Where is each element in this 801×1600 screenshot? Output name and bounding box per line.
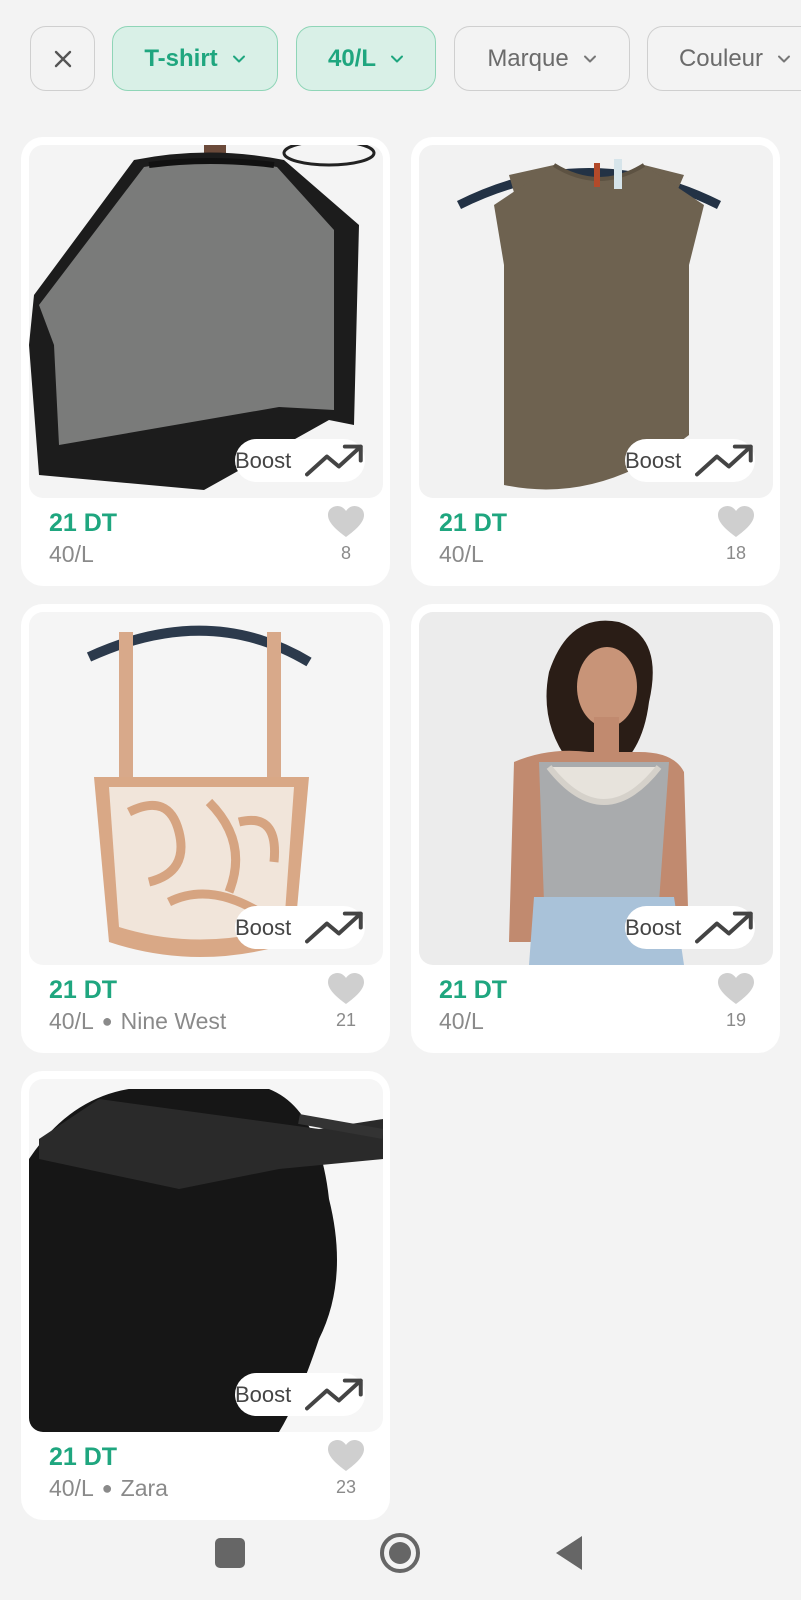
filter-chip-label: Couleur — [678, 44, 764, 72]
trending-up-icon — [305, 1378, 364, 1411]
boost-button[interactable]: Boost — [235, 1373, 365, 1416]
product-price: 21 DT — [49, 976, 118, 1004]
product-image[interactable]: Boost — [29, 145, 383, 498]
product-brand: Nine West — [120, 1008, 227, 1034]
like-button[interactable]: 18 — [716, 505, 756, 564]
product-price: 21 DT — [439, 976, 508, 1004]
like-count: 23 — [335, 1477, 357, 1497]
product-meta: 40/L — [439, 541, 484, 568]
product-meta: 40/L — [439, 1008, 484, 1035]
clear-filters-button[interactable] — [30, 26, 95, 91]
filter-chip-label: Marque — [487, 44, 569, 72]
boost-label: Boost — [625, 914, 682, 940]
home-icon — [380, 1533, 420, 1573]
separator-dot: ● — [101, 1011, 113, 1031]
chevron-down-icon — [232, 55, 245, 62]
product-meta: 40/L ● Nine West — [49, 1008, 226, 1035]
filter-bar: T-shirt 40/L Marque Couleur — [30, 26, 801, 92]
heart-icon — [718, 506, 754, 537]
heart-icon — [328, 973, 364, 1004]
recents-icon — [215, 1538, 245, 1568]
chevron-down-icon — [778, 55, 791, 62]
home-button[interactable] — [378, 1531, 422, 1575]
filter-chip-brand[interactable]: Marque — [454, 26, 630, 91]
like-count: 21 — [335, 1010, 357, 1030]
page: T-shirt 40/L Marque Couleur Boost 21 DT … — [0, 0, 801, 1600]
product-brand: Zara — [120, 1475, 168, 1501]
like-button[interactable]: 21 — [326, 972, 366, 1031]
boost-label: Boost — [235, 1381, 292, 1407]
recents-button[interactable] — [208, 1531, 252, 1575]
product-card[interactable]: Boost 21 DT 40/L 18 — [411, 137, 780, 586]
chevron-down-icon — [583, 55, 596, 62]
product-card[interactable]: Boost 21 DT 40/L 8 — [21, 137, 390, 586]
product-size: 40/L — [49, 1475, 94, 1501]
product-price: 21 DT — [49, 509, 118, 537]
filter-chip-category[interactable]: T-shirt — [112, 26, 278, 91]
product-card[interactable]: Boost 21 DT 40/L ● Zara 23 — [21, 1071, 390, 1520]
boost-button[interactable]: Boost — [625, 906, 755, 949]
filter-chip-label: T-shirt — [144, 44, 218, 72]
product-size: 40/L — [439, 541, 484, 567]
product-card[interactable]: Boost 21 DT 40/L ● Nine West 21 — [21, 604, 390, 1053]
trending-up-icon — [695, 911, 754, 944]
filter-chip-size[interactable]: 40/L — [296, 26, 436, 91]
product-size: 40/L — [49, 1008, 94, 1034]
system-nav-bar — [0, 1515, 801, 1590]
trending-up-icon — [695, 444, 754, 477]
product-size: 40/L — [439, 1008, 484, 1034]
back-icon — [556, 1536, 582, 1570]
product-card[interactable]: Boost 21 DT 40/L 19 — [411, 604, 780, 1053]
like-count: 19 — [725, 1010, 747, 1030]
heart-icon — [328, 1440, 364, 1471]
boost-button[interactable]: Boost — [235, 439, 365, 482]
trending-up-icon — [305, 444, 364, 477]
like-button[interactable]: 8 — [326, 505, 366, 564]
product-price: 21 DT — [439, 509, 508, 537]
separator-dot: ● — [101, 1478, 113, 1498]
product-image[interactable]: Boost — [29, 612, 383, 965]
like-count: 8 — [340, 543, 351, 563]
like-button[interactable]: 23 — [326, 1439, 366, 1498]
like-button[interactable]: 19 — [716, 972, 756, 1031]
product-price: 21 DT — [49, 1443, 118, 1471]
product-meta: 40/L — [49, 541, 94, 568]
product-image[interactable]: Boost — [419, 612, 773, 965]
product-image[interactable]: Boost — [419, 145, 773, 498]
product-size: 40/L — [49, 541, 94, 567]
like-count: 18 — [725, 543, 747, 563]
close-icon — [54, 50, 71, 67]
filter-chip-label: 40/L — [327, 44, 377, 72]
boost-label: Boost — [625, 447, 682, 473]
trending-up-icon — [305, 911, 364, 944]
product-image[interactable]: Boost — [29, 1079, 383, 1432]
boost-label: Boost — [235, 914, 292, 940]
chevron-down-icon — [391, 55, 404, 62]
filter-chip-color[interactable]: Couleur — [647, 26, 801, 91]
boost-label: Boost — [235, 447, 292, 473]
heart-icon — [328, 506, 364, 537]
product-meta: 40/L ● Zara — [49, 1475, 168, 1502]
boost-button[interactable]: Boost — [235, 906, 365, 949]
heart-icon — [718, 973, 754, 1004]
boost-button[interactable]: Boost — [625, 439, 755, 482]
back-button[interactable] — [548, 1531, 592, 1575]
